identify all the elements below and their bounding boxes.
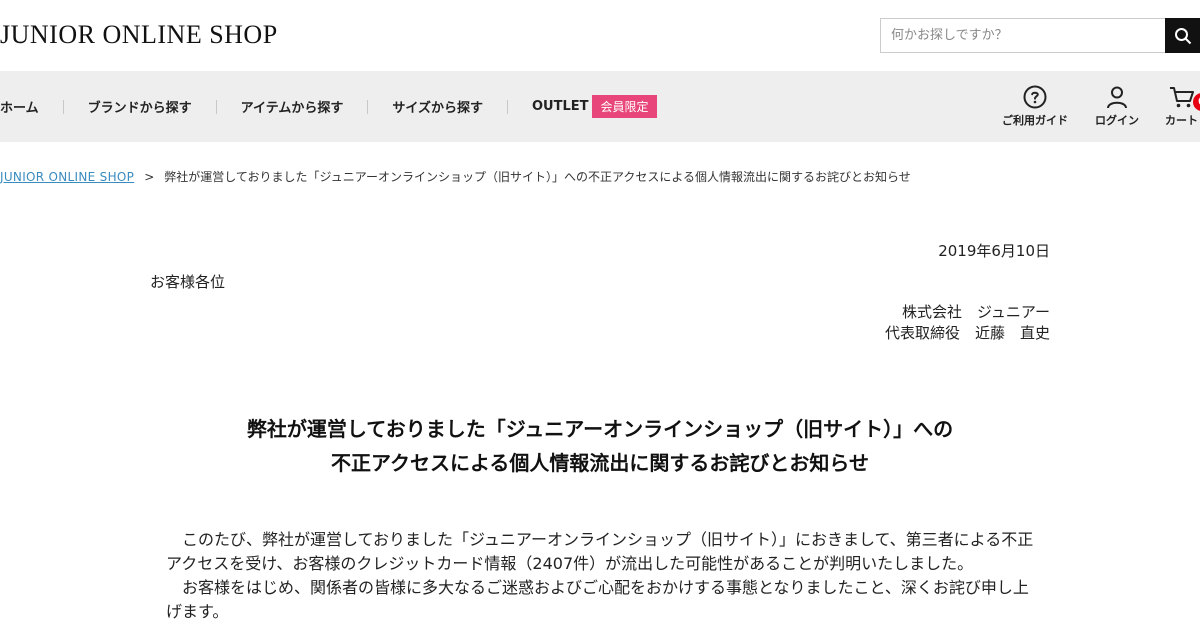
site-logo[interactable]: JUNIOR ONLINE SHOP bbox=[0, 20, 278, 50]
notice-title-line-2: 不正アクセスによる個人情報流出に関するお詫びとお知らせ bbox=[331, 451, 869, 475]
global-nav: ホーム ブランドから探す アイテムから探す サイズから探す OUTLET 会員限定… bbox=[0, 71, 1200, 142]
breadcrumb-separator: > bbox=[144, 169, 155, 184]
login-label: ログイン bbox=[1095, 114, 1139, 127]
breadcrumb-current: 弊社が運営しておりました「ジュニアーオンラインショップ（旧サイト）」への不正アク… bbox=[164, 170, 911, 184]
members-only-badge: 会員限定 bbox=[592, 95, 657, 118]
nav-item-outlet[interactable]: OUTLET 会員限定 bbox=[532, 95, 657, 118]
login-link[interactable]: ログイン bbox=[1095, 85, 1139, 128]
notice-paragraph-2: お客様をはじめ、関係者の皆様に多大なるご迷惑およびご心配をおかけする事態となりま… bbox=[166, 578, 1029, 621]
representative-name: 代表取締役 近藤 直史 bbox=[884, 324, 1050, 342]
cart-label: カート bbox=[1165, 114, 1198, 127]
breadcrumb: JUNIOR ONLINE SHOP > 弊社が運営しておりました「ジュニアーオ… bbox=[0, 168, 911, 185]
nav-divider bbox=[506, 99, 508, 114]
nav-divider bbox=[62, 99, 64, 114]
notice-body: このたび、弊社が運営しておりました「ジュニアーオンラインショップ（旧サイト）」に… bbox=[166, 528, 1044, 624]
breadcrumb-home-link[interactable]: JUNIOR ONLINE SHOP bbox=[0, 170, 134, 184]
help-icon bbox=[1023, 85, 1047, 109]
nav-item-size[interactable]: サイズから探す bbox=[392, 97, 483, 116]
notice-addressee: お客様各位 bbox=[150, 273, 226, 291]
nav-divider bbox=[215, 99, 217, 114]
notice-title: 弊社が運営しておりました「ジュニアーオンラインショップ（旧サイト）」への 不正ア… bbox=[0, 412, 1200, 480]
user-icon bbox=[1107, 86, 1127, 109]
search-input[interactable]: 何かお探しですか？ bbox=[880, 18, 1166, 53]
notice-title-line-1: 弊社が運営しておりました「ジュニアーオンラインショップ（旧サイト）」への bbox=[246, 417, 954, 441]
search-button[interactable] bbox=[1165, 18, 1200, 53]
notice-date: 2019年6月10日 bbox=[938, 242, 1050, 260]
nav-divider bbox=[367, 99, 369, 114]
nav-item-item[interactable]: アイテムから探す bbox=[241, 97, 344, 116]
guide-link[interactable]: ご利用ガイド bbox=[1002, 85, 1068, 128]
nav-item-home[interactable]: ホーム bbox=[0, 97, 39, 116]
notice-paragraph-1: このたび、弊社が運営しておりました「ジュニアーオンラインショップ（旧サイト）」に… bbox=[166, 530, 1034, 573]
site-header: JUNIOR ONLINE SHOP 何かお探しですか？ bbox=[0, 0, 1200, 71]
search-icon bbox=[1174, 27, 1191, 44]
nav-item-brand[interactable]: ブランドから探す bbox=[88, 97, 192, 116]
company-name: 株式会社 ジュニアー bbox=[901, 303, 1050, 321]
nav-menu: ホーム ブランドから探す アイテムから探す サイズから探す OUTLET 会員限定 bbox=[0, 71, 657, 142]
cart-icon bbox=[1169, 87, 1194, 108]
cart-link[interactable]: カート 0 bbox=[1165, 85, 1200, 128]
nav-item-outlet-label: OUTLET bbox=[531, 99, 589, 114]
guide-label: ご利用ガイド bbox=[1002, 114, 1068, 127]
notice-sender: 株式会社 ジュニアー 代表取締役 近藤 直史 bbox=[885, 302, 1050, 344]
